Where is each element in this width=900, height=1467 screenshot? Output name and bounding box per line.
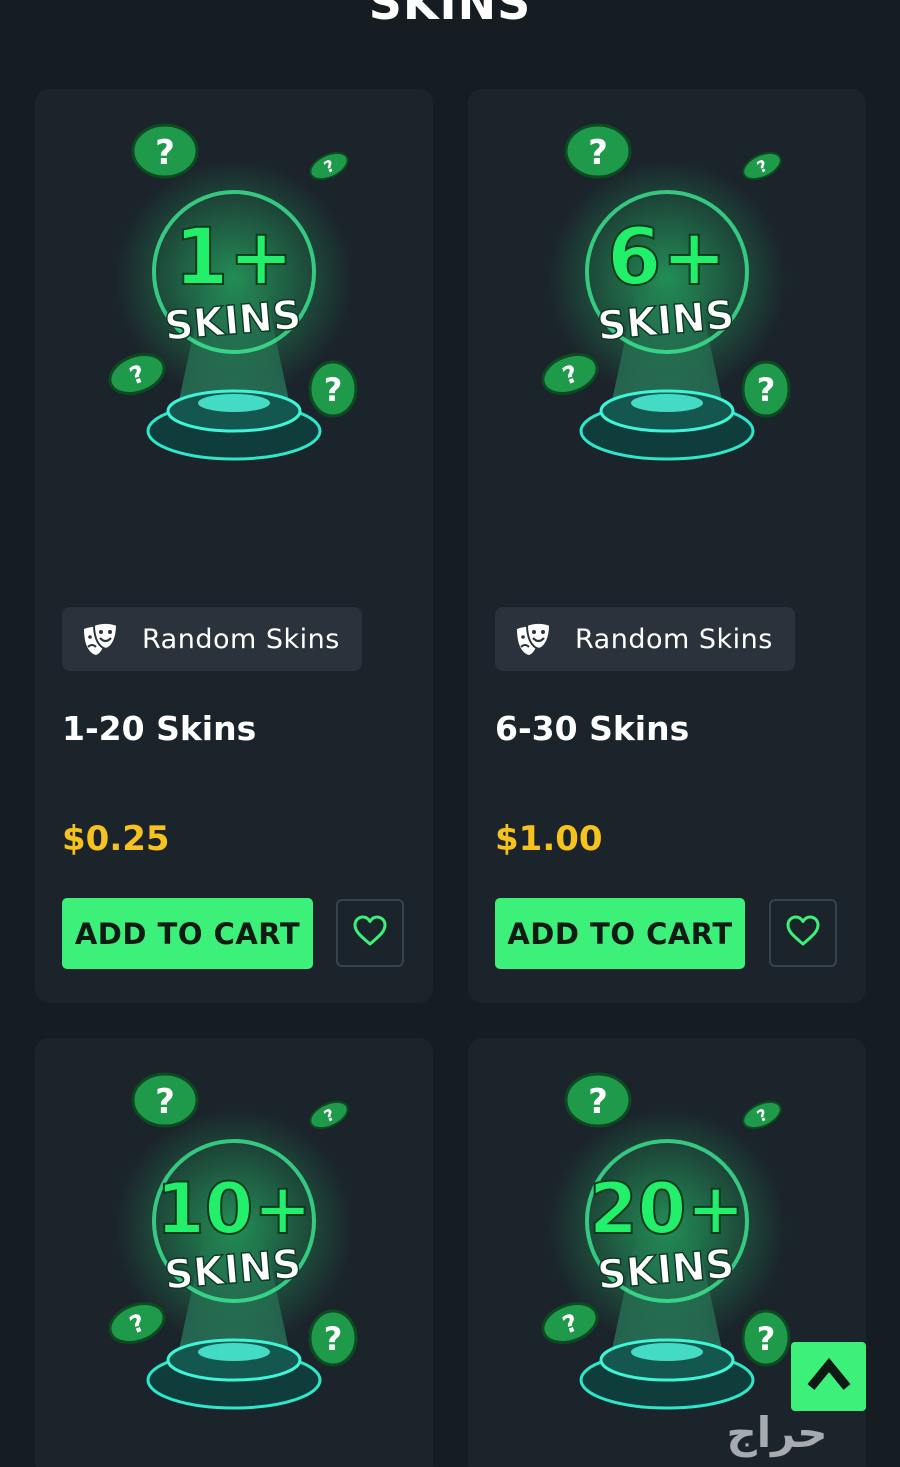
question-coin: ? (131, 123, 199, 179)
product-name[interactable]: 6-30 Skins (495, 709, 689, 748)
badge-number: 20+ (589, 1168, 745, 1250)
category-chip[interactable]: Random Skins (495, 607, 795, 671)
svg-text:?: ? (757, 1320, 776, 1358)
question-coin: ? (741, 1309, 791, 1367)
scroll-to-top-button[interactable] (791, 1342, 866, 1411)
question-coin: ? (309, 151, 349, 181)
heart-icon (785, 915, 821, 952)
category-chip[interactable]: Random Skins (62, 607, 362, 671)
chevron-up-icon (807, 1357, 851, 1396)
product-name[interactable]: 1-20 Skins (62, 709, 256, 748)
product-image[interactable]: 1+ SKINS ? ? ? ? (35, 89, 433, 489)
badge-number: 10+ (156, 1168, 312, 1250)
badge-number: 1+ (174, 213, 294, 303)
svg-text:?: ? (757, 371, 776, 409)
svg-text:?: ? (155, 1082, 175, 1122)
product-image[interactable]: 6+ SKINS ? ? ? ? (468, 89, 866, 489)
wishlist-button[interactable] (769, 899, 837, 967)
question-coin: ? (564, 123, 632, 179)
svg-text:?: ? (588, 1082, 608, 1122)
category-label: Random Skins (575, 623, 773, 655)
section-title: SKINS (368, 0, 532, 30)
question-coin: ? (308, 360, 358, 418)
question-coin: ? (742, 1100, 782, 1130)
product-card[interactable]: 1+ SKINS ? ? ? ? Random Skins 1-20 Skins… (35, 89, 433, 1003)
heart-icon (352, 915, 388, 952)
add-to-cart-button[interactable]: ADD TO CART (62, 898, 313, 969)
product-price: $0.25 (62, 819, 170, 859)
question-coin: ? (131, 1072, 199, 1128)
badge-number: 6+ (607, 213, 727, 303)
product-card[interactable]: 10+ SKINS ? ? ? ? (35, 1038, 433, 1467)
svg-text:?: ? (155, 133, 175, 173)
watermark-text: حراج (726, 1408, 827, 1458)
page: SKINS 1+ SKINS ? ? ? ? Random Skins 1-20… (0, 0, 900, 1467)
product-card[interactable]: 6+ SKINS ? ? ? ? Random Skins 6-30 Skins… (468, 89, 866, 1003)
wishlist-button[interactable] (336, 899, 404, 967)
question-coin: ? (741, 360, 791, 418)
question-coin: ? (308, 1309, 358, 1367)
product-price: $1.00 (495, 819, 603, 859)
question-coin: ? (564, 1072, 632, 1128)
product-image[interactable]: 10+ SKINS ? ? ? ? (35, 1038, 433, 1438)
watermark-logo: حراج (662, 1405, 892, 1460)
svg-text:?: ? (324, 371, 343, 409)
question-coin: ? (742, 151, 782, 181)
question-coin: ? (309, 1100, 349, 1130)
category-label: Random Skins (142, 623, 340, 655)
svg-text:?: ? (324, 1320, 343, 1358)
theater-masks-icon (78, 617, 122, 661)
svg-text:?: ? (588, 133, 608, 173)
theater-masks-icon (511, 617, 555, 661)
add-to-cart-button[interactable]: ADD TO CART (495, 898, 745, 969)
